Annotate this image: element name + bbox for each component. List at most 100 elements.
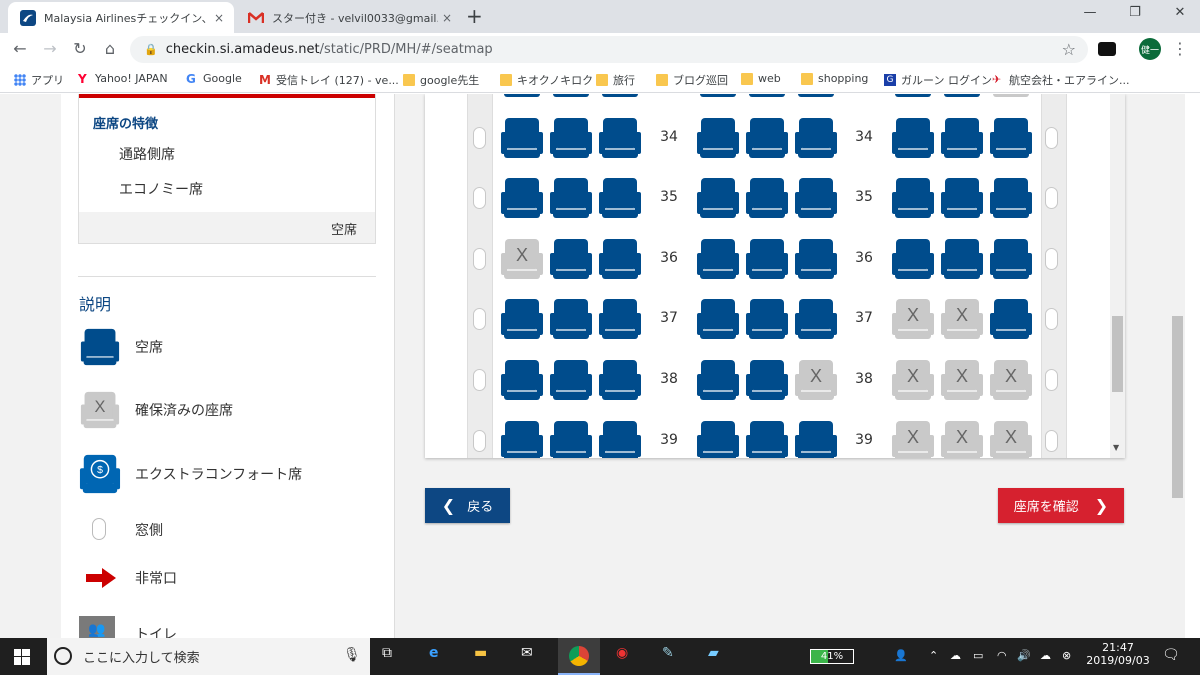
minimize-button[interactable]: — bbox=[1075, 5, 1105, 20]
notes-icon[interactable]: ▰ bbox=[708, 645, 719, 661]
mail-icon[interactable]: ✉ bbox=[521, 645, 533, 661]
clock[interactable]: 21:47 2019/09/03 bbox=[1082, 641, 1154, 667]
page-scrollbar[interactable] bbox=[1170, 94, 1185, 638]
available-seat[interactable] bbox=[941, 176, 983, 220]
available-seat[interactable] bbox=[990, 176, 1032, 220]
volume-icon[interactable]: 🔊 bbox=[1017, 649, 1031, 662]
scroll-down-arrow-icon[interactable]: ▼ bbox=[1113, 443, 1119, 452]
available-seat[interactable] bbox=[697, 297, 739, 341]
home-icon[interactable]: ⌂ bbox=[99, 39, 121, 58]
close-tab-icon[interactable]: × bbox=[210, 11, 228, 25]
available-seat[interactable] bbox=[892, 94, 934, 99]
bookmark-yahoo[interactable]: Y Yahoo! JAPAN bbox=[78, 72, 168, 85]
available-seat[interactable] bbox=[697, 237, 739, 281]
taskbar-search-input[interactable]: ここに入力して検索 🎙 bbox=[47, 638, 370, 675]
available-seat[interactable] bbox=[746, 358, 788, 402]
tab-malaysia-airlines[interactable]: Malaysia Airlinesチェックイン、シート × bbox=[8, 2, 234, 33]
onedrive-icon[interactable]: ☁ bbox=[950, 649, 961, 662]
available-seat[interactable] bbox=[501, 116, 543, 160]
seatmap-scrollbar[interactable]: ▼ bbox=[1110, 94, 1125, 458]
show-hidden-icons-icon[interactable]: ⌃ bbox=[929, 649, 938, 662]
bookmark-travel[interactable]: 旅行 bbox=[596, 72, 635, 88]
bookmark-google-sensei[interactable]: google先生 bbox=[403, 72, 479, 88]
available-seat[interactable] bbox=[550, 419, 592, 458]
paint-icon[interactable]: ✎ bbox=[662, 645, 674, 661]
available-seat[interactable] bbox=[795, 297, 837, 341]
bookmark-google[interactable]: G Google bbox=[186, 72, 242, 85]
microphone-icon[interactable]: 🎙 bbox=[343, 647, 361, 663]
maximize-button[interactable]: ❐ bbox=[1120, 5, 1150, 20]
back-arrow-icon[interactable]: ← bbox=[9, 39, 31, 58]
available-seat[interactable] bbox=[795, 419, 837, 458]
available-seat[interactable] bbox=[941, 94, 983, 99]
available-seat[interactable] bbox=[892, 237, 934, 281]
chrome-taskbar-button[interactable] bbox=[558, 638, 600, 675]
available-seat[interactable] bbox=[599, 419, 641, 458]
notifications-icon[interactable]: 🗨 bbox=[1162, 647, 1180, 663]
available-seat[interactable] bbox=[550, 176, 592, 220]
people-icon[interactable]: 👤 bbox=[894, 649, 908, 662]
cloud-sync-icon[interactable]: ☁ bbox=[1040, 649, 1051, 662]
alert-close-icon[interactable]: ⊗ bbox=[1062, 649, 1071, 662]
available-seat[interactable] bbox=[990, 237, 1032, 281]
available-seat[interactable] bbox=[599, 176, 641, 220]
close-tab-icon[interactable]: × bbox=[438, 11, 456, 25]
available-seat[interactable] bbox=[550, 116, 592, 160]
available-seat[interactable] bbox=[599, 94, 641, 99]
available-seat[interactable] bbox=[501, 358, 543, 402]
profile-avatar[interactable]: 健一 bbox=[1139, 38, 1161, 60]
bookmark-star-icon[interactable]: ☆ bbox=[1062, 40, 1076, 59]
available-seat[interactable] bbox=[550, 94, 592, 99]
available-seat[interactable] bbox=[746, 116, 788, 160]
menu-kebab-icon[interactable]: ⋮ bbox=[1172, 39, 1188, 58]
bookmark-web[interactable]: web bbox=[741, 72, 781, 85]
available-seat[interactable] bbox=[501, 419, 543, 458]
available-seat[interactable] bbox=[599, 297, 641, 341]
available-seat[interactable] bbox=[697, 94, 739, 99]
available-seat[interactable] bbox=[599, 116, 641, 160]
back-button[interactable]: ❮ 戻る bbox=[425, 488, 510, 523]
bookmark-blog[interactable]: ブログ巡回 bbox=[656, 72, 728, 88]
available-seat[interactable] bbox=[697, 176, 739, 220]
available-seat[interactable] bbox=[697, 358, 739, 402]
available-seat[interactable] bbox=[746, 94, 788, 99]
network-icon[interactable]: ▭ bbox=[973, 649, 983, 662]
available-seat[interactable] bbox=[501, 94, 543, 99]
battery-indicator[interactable]: 41% bbox=[810, 649, 854, 664]
windows-start-icon[interactable] bbox=[14, 649, 30, 669]
available-seat[interactable] bbox=[746, 176, 788, 220]
available-seat[interactable] bbox=[990, 116, 1032, 160]
wifi-icon[interactable]: ◠ bbox=[997, 649, 1007, 662]
available-seat[interactable] bbox=[795, 176, 837, 220]
address-bar[interactable]: 🔒 checkin.si.amadeus.net /static/PRD/MH/… bbox=[130, 36, 1088, 63]
available-seat[interactable] bbox=[599, 237, 641, 281]
available-seat[interactable] bbox=[941, 237, 983, 281]
page-scroll-thumb[interactable] bbox=[1172, 316, 1183, 498]
incognito-extension-icon[interactable] bbox=[1098, 42, 1116, 56]
bookmark-airlines[interactable]: ✈ 航空会社・エアライン... bbox=[992, 72, 1130, 88]
available-seat[interactable] bbox=[795, 94, 837, 99]
available-seat[interactable] bbox=[990, 297, 1032, 341]
edge-icon[interactable]: e bbox=[429, 645, 439, 661]
available-seat[interactable] bbox=[795, 116, 837, 160]
bookmark-garoon[interactable]: G ガルーン ログイン bbox=[884, 72, 992, 88]
available-seat[interactable] bbox=[697, 116, 739, 160]
close-window-button[interactable]: ✕ bbox=[1165, 5, 1195, 20]
available-seat[interactable] bbox=[550, 237, 592, 281]
bookmark-kiokunokiroku[interactable]: キオクノキロク bbox=[500, 72, 593, 88]
available-seat[interactable] bbox=[550, 358, 592, 402]
new-tab-button[interactable]: + bbox=[466, 6, 483, 26]
bookmark-gmail-inbox[interactable]: M 受信トレイ (127) - ve... bbox=[259, 72, 399, 88]
available-seat[interactable] bbox=[795, 237, 837, 281]
seatmap-scroll-thumb[interactable] bbox=[1112, 316, 1123, 392]
available-seat[interactable] bbox=[501, 176, 543, 220]
available-seat[interactable] bbox=[892, 176, 934, 220]
available-seat[interactable] bbox=[941, 116, 983, 160]
available-seat[interactable] bbox=[892, 116, 934, 160]
file-explorer-icon[interactable]: ▬ bbox=[474, 645, 487, 661]
bookmark-shopping[interactable]: shopping bbox=[801, 72, 868, 85]
available-seat[interactable] bbox=[746, 297, 788, 341]
available-seat[interactable] bbox=[746, 419, 788, 458]
tab-gmail[interactable]: スター付き - velvil0033@gmail.com × bbox=[236, 2, 462, 33]
available-seat[interactable] bbox=[746, 237, 788, 281]
